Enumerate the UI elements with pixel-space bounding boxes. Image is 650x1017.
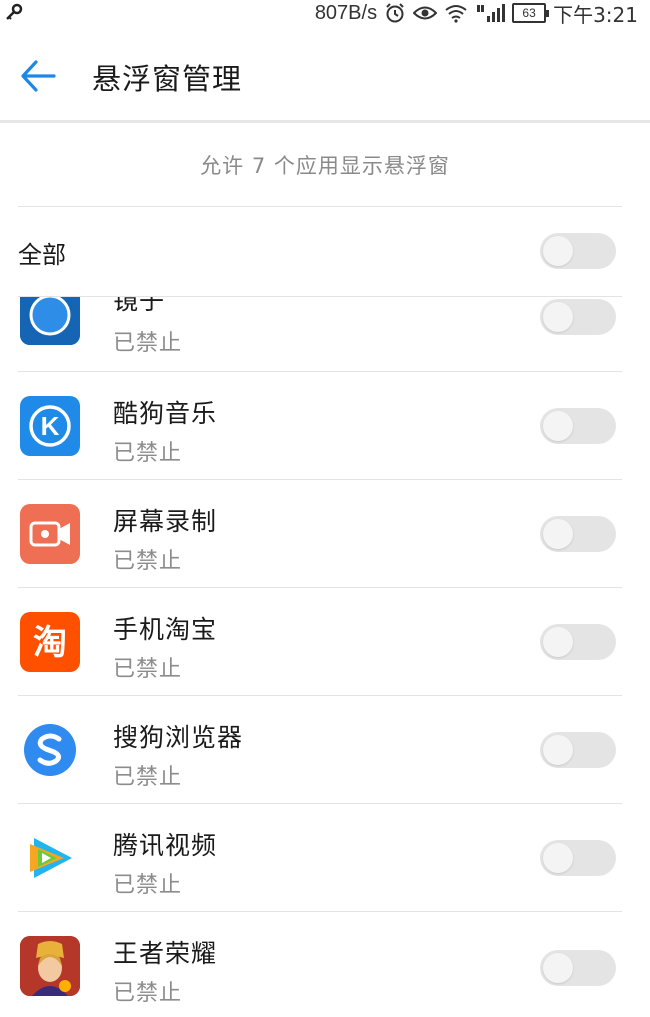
app-status: 已禁止 xyxy=(113,765,183,790)
app-status: 已禁止 xyxy=(113,549,183,574)
app-row-kugou[interactable]: K 酷狗音乐 已禁止 xyxy=(0,372,650,480)
app-row-sogou-browser[interactable]: 搜狗浏览器 已禁止 xyxy=(0,696,650,804)
toggle-knob xyxy=(543,411,573,441)
toggle-knob xyxy=(543,519,573,549)
clock: 下午3:21 xyxy=(553,2,638,27)
battery-level: 63 xyxy=(522,6,536,20)
svg-text:K: K xyxy=(41,411,60,441)
summary-text: 允许 7 个应用显示悬浮窗 xyxy=(200,154,450,178)
app-status: 已禁止 xyxy=(113,981,183,1006)
app-name: 屏幕录制 xyxy=(113,507,218,536)
status-bar: 807B/s 63 下午3:21 xyxy=(0,0,650,27)
toggle-knob xyxy=(543,953,573,983)
page-title: 悬浮窗管理 xyxy=(92,62,243,96)
app-row-screen-recorder[interactable]: 屏幕录制 已禁止 xyxy=(0,480,650,588)
app-toggle-sogou-browser[interactable] xyxy=(540,732,616,768)
toggle-knob xyxy=(543,236,573,266)
app-name: 搜狗浏览器 xyxy=(113,723,244,752)
app-row-mirror[interactable]: 镜子 已禁止 xyxy=(0,297,650,372)
honor-of-kings-icon xyxy=(20,936,80,996)
app-name: 酷狗音乐 xyxy=(113,399,218,428)
app-status: 已禁止 xyxy=(113,657,183,682)
toggle-knob xyxy=(543,735,573,765)
all-apps-row: 全部 xyxy=(0,207,650,297)
app-status: 已禁止 xyxy=(113,331,183,356)
app-name: 手机淘宝 xyxy=(113,615,218,644)
app-row-honor-of-kings[interactable]: 王者荣耀 已禁止 xyxy=(0,912,650,1017)
signal-icon xyxy=(477,4,506,22)
all-apps-label: 全部 xyxy=(18,241,66,269)
app-row-tencent-video[interactable]: 腾讯视频 已禁止 xyxy=(0,804,650,912)
mirror-icon xyxy=(20,297,80,345)
app-status: 已禁止 xyxy=(113,441,183,466)
title-bar: 悬浮窗管理 xyxy=(0,26,650,123)
svg-text:淘: 淘 xyxy=(33,623,67,663)
toggle-knob xyxy=(543,302,573,332)
app-toggle-kugou[interactable] xyxy=(540,408,616,444)
app-toggle-screen-recorder[interactable] xyxy=(540,516,616,552)
all-apps-toggle[interactable] xyxy=(540,233,616,269)
app-status: 已禁止 xyxy=(113,873,183,898)
sogou-browser-icon xyxy=(20,720,80,780)
battery-icon: 63 xyxy=(512,3,550,23)
app-toggle-taobao[interactable] xyxy=(540,624,616,660)
screen-recorder-icon xyxy=(20,504,80,564)
tencent-video-icon xyxy=(20,828,80,888)
app-toggle-tencent-video[interactable] xyxy=(540,840,616,876)
app-row-taobao[interactable]: 淘 手机淘宝 已禁止 xyxy=(0,588,650,696)
app-name: 王者荣耀 xyxy=(113,939,218,968)
app-name: 腾讯视频 xyxy=(113,831,218,860)
kugou-icon: K xyxy=(20,396,80,456)
app-toggle-mirror[interactable] xyxy=(540,299,616,335)
eye-icon xyxy=(413,6,438,20)
app-name: 镜子 xyxy=(113,297,166,315)
toggle-knob xyxy=(543,843,573,873)
back-arrow-icon[interactable] xyxy=(18,56,58,96)
wifi-icon xyxy=(445,5,467,23)
network-speed: 807B/s xyxy=(314,1,378,24)
key-icon xyxy=(6,3,23,20)
toggle-knob xyxy=(543,627,573,657)
alarm-icon xyxy=(386,3,404,23)
app-toggle-honor-of-kings[interactable] xyxy=(540,950,616,986)
taobao-icon: 淘 xyxy=(20,612,80,672)
